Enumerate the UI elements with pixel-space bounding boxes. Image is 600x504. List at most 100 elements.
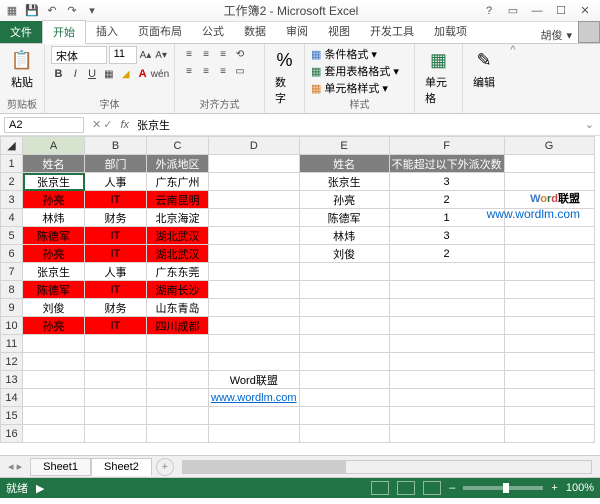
cell[interactable]	[504, 389, 594, 407]
cell[interactable]: 林炜	[23, 209, 85, 227]
tab-8[interactable]: 加载项	[424, 20, 477, 43]
row-header[interactable]: 6	[1, 245, 23, 263]
cell[interactable]	[299, 353, 389, 371]
cell[interactable]	[209, 191, 300, 209]
row-header[interactable]: 5	[1, 227, 23, 245]
user-name[interactable]: 胡俊▾	[534, 27, 578, 43]
cell[interactable]	[504, 317, 594, 335]
cell[interactable]: IT	[85, 281, 147, 299]
cell[interactable]: 广东东莞	[147, 263, 209, 281]
cell[interactable]: 不能超过以下外派次数	[389, 155, 504, 173]
name-box[interactable]	[4, 117, 84, 133]
cell[interactable]	[389, 335, 504, 353]
align-left-icon[interactable]: ≡	[181, 63, 197, 79]
border-icon[interactable]: ▦	[101, 66, 116, 82]
cells-button[interactable]: ▦ 单元格	[421, 46, 456, 108]
font-size-select[interactable]: 11	[109, 46, 137, 64]
ribbon-options-icon[interactable]: ▭	[502, 3, 524, 19]
enter-formula-icon[interactable]: ✓	[103, 118, 112, 131]
col-header[interactable]: B	[85, 137, 147, 155]
cell[interactable]: 3	[389, 227, 504, 245]
select-all-corner[interactable]: ◢	[1, 137, 23, 155]
row-header[interactable]: 2	[1, 173, 23, 191]
cell[interactable]	[504, 353, 594, 371]
cell[interactable]	[389, 299, 504, 317]
cell[interactable]	[389, 371, 504, 389]
row-header[interactable]: 14	[1, 389, 23, 407]
orientation-icon[interactable]: ⟲	[232, 46, 248, 62]
cell[interactable]	[504, 191, 594, 209]
avatar[interactable]	[578, 21, 600, 43]
col-header[interactable]: E	[299, 137, 389, 155]
bold-icon[interactable]: B	[51, 66, 66, 82]
cell[interactable]	[147, 389, 209, 407]
cancel-formula-icon[interactable]: ✕	[92, 118, 101, 131]
tab-4[interactable]: 数据	[234, 20, 276, 43]
cell[interactable]	[209, 299, 300, 317]
worksheet-grid[interactable]: ◢ABCDEFG 1姓名部门外派地区姓名不能超过以下外派次数2张京生人事广东广州…	[0, 136, 595, 443]
cell[interactable]: 北京海淀	[147, 209, 209, 227]
zoom-out-icon[interactable]: –	[449, 482, 455, 494]
collapse-ribbon-icon[interactable]: ^	[505, 44, 521, 113]
cell[interactable]: 湖北武汉	[147, 227, 209, 245]
cell[interactable]	[389, 407, 504, 425]
cell[interactable]	[504, 263, 594, 281]
cell[interactable]	[209, 317, 300, 335]
cell[interactable]	[299, 371, 389, 389]
table-format-button[interactable]: ▦套用表格格式▾	[311, 63, 408, 79]
cell[interactable]: 3	[389, 173, 504, 191]
cell[interactable]	[85, 389, 147, 407]
cell[interactable]	[299, 281, 389, 299]
cell[interactable]	[209, 227, 300, 245]
cell[interactable]: www.wordlm.com	[209, 389, 300, 407]
cell[interactable]	[147, 425, 209, 443]
cell[interactable]: 2	[389, 245, 504, 263]
fill-color-icon[interactable]: ◢	[118, 66, 133, 82]
col-header[interactable]: C	[147, 137, 209, 155]
new-sheet-button[interactable]: +	[156, 458, 174, 476]
paste-button[interactable]: 📋 粘贴	[6, 46, 38, 92]
cell[interactable]: 陈德军	[299, 209, 389, 227]
row-header[interactable]: 12	[1, 353, 23, 371]
redo-icon[interactable]: ↷	[64, 3, 80, 19]
underline-icon[interactable]: U	[85, 66, 100, 82]
cell-styles-button[interactable]: ▦单元格样式▾	[311, 80, 408, 96]
row-header[interactable]: 9	[1, 299, 23, 317]
minimize-icon[interactable]: —	[526, 3, 548, 19]
cell[interactable]: 孙亮	[23, 191, 85, 209]
cell[interactable]	[504, 227, 594, 245]
qat-dropdown-icon[interactable]: ▾	[84, 3, 100, 19]
font-name-select[interactable]: 宋体	[51, 46, 107, 64]
cell[interactable]	[209, 281, 300, 299]
sheet-nav-icon[interactable]: ◂ ▸	[0, 460, 30, 473]
save-icon[interactable]: 💾	[24, 3, 40, 19]
cell[interactable]	[299, 317, 389, 335]
row-header[interactable]: 3	[1, 191, 23, 209]
align-top-icon[interactable]: ≡	[181, 46, 197, 62]
cell[interactable]: 姓名	[299, 155, 389, 173]
row-header[interactable]: 7	[1, 263, 23, 281]
tab-7[interactable]: 开发工具	[360, 20, 424, 43]
editing-button[interactable]: ✎ 编辑	[469, 46, 499, 92]
cell[interactable]: 人事	[85, 263, 147, 281]
cell[interactable]	[23, 389, 85, 407]
zoom-in-icon[interactable]: +	[551, 482, 557, 494]
row-header[interactable]: 1	[1, 155, 23, 173]
cell[interactable]	[504, 173, 594, 191]
sheet-tab[interactable]: Sheet1	[30, 458, 91, 476]
row-header[interactable]: 13	[1, 371, 23, 389]
cell[interactable]: 部门	[85, 155, 147, 173]
cell[interactable]: 林炜	[299, 227, 389, 245]
horizontal-scrollbar[interactable]	[182, 460, 592, 474]
row-header[interactable]: 10	[1, 317, 23, 335]
cell[interactable]: 张京生	[23, 263, 85, 281]
cell[interactable]: 财务	[85, 209, 147, 227]
cell[interactable]	[209, 245, 300, 263]
cell[interactable]: 张京生	[299, 173, 389, 191]
row-header[interactable]: 8	[1, 281, 23, 299]
cell[interactable]: 姓名	[23, 155, 85, 173]
cell[interactable]: 云南昆明	[147, 191, 209, 209]
cell[interactable]	[299, 335, 389, 353]
cell[interactable]	[209, 263, 300, 281]
cell[interactable]	[23, 425, 85, 443]
